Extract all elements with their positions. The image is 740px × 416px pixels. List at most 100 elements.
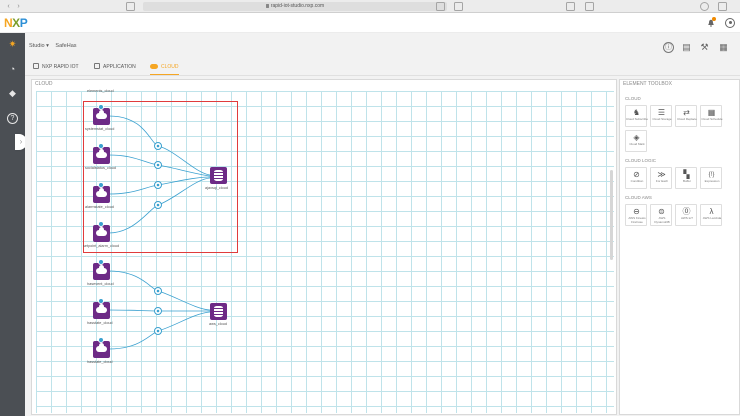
database-icon [214, 306, 223, 317]
tab-divider [25, 75, 740, 76]
storage-output-block[interactable] [210, 303, 227, 320]
tab-nxp-rapid-iot[interactable]: NXP RAPID IOT [33, 61, 79, 75]
toolbox-item-buffer[interactable]: ▚ Buffer [675, 167, 697, 189]
reload-icon[interactable] [436, 2, 445, 11]
toolbox-item-label: Condition [630, 179, 644, 183]
cloud-input-block[interactable] [93, 259, 110, 280]
toolbox-section-cloud-logic: CLOUD LOGIC [625, 158, 657, 163]
canvas-title: CLOUD [35, 81, 53, 87]
replace-icon: ⇄ [683, 108, 690, 117]
toolbox-item-label: Cloud Subscribe [626, 117, 649, 121]
element-toolbox: ELEMENT TOOLBOX CLOUD ♞ Cloud Subscribe ☰… [619, 79, 740, 415]
block-label: hasstate_cloud [87, 360, 113, 364]
block-label: alarmstate_cloud [85, 205, 114, 209]
storage-output-block[interactable] [210, 167, 227, 184]
left-sidebar: ✷ ◔ ◆ ? [0, 33, 25, 416]
cloud-input-block[interactable] [93, 298, 110, 319]
logo-letter-p: P [19, 16, 28, 30]
notification-dot [712, 17, 716, 21]
cloud-icon [96, 227, 107, 236]
toolbox-item-cloud-subscribe[interactable]: ♞ Cloud Subscribe [625, 105, 649, 127]
toolbox-section-cloud: CLOUD [625, 96, 641, 101]
tab-label: APPLICATION [103, 64, 136, 70]
cloud-icon [96, 265, 107, 274]
save-icon[interactable]: ▤ [681, 42, 692, 53]
info-glyph: ⓘ [665, 44, 672, 51]
canvas-scrollbar[interactable] [610, 170, 613, 260]
toolbox-item-aws-lambda[interactable]: λ AWS Lambda [700, 204, 722, 226]
logo-letter-n: N [4, 16, 13, 30]
database-icon: ☰ [657, 108, 666, 117]
block-label: hasstate_cloud [87, 321, 113, 325]
nxp-logo[interactable]: NXP [4, 16, 28, 30]
block-label: hasevent_cloud [87, 282, 114, 286]
info-icon[interactable]: ⓘ [663, 42, 674, 53]
tag-icon: ◈ [633, 133, 640, 142]
help-icon[interactable]: ? [7, 113, 18, 124]
logo-letter-x: X [12, 16, 20, 30]
user-avatar-icon[interactable] [725, 18, 735, 28]
tab-cloud[interactable]: CLOUD [150, 61, 179, 75]
toolbox-item-label: Expression [704, 179, 720, 183]
block-label: elements_cloud [87, 89, 114, 93]
new-tab-icon[interactable] [718, 2, 727, 11]
toolbox-item-label: AWS Kinesis Firehose [628, 216, 646, 224]
cloud-icon [96, 343, 107, 352]
condition-icon: ⊘ [633, 170, 640, 179]
chip-icon [33, 63, 39, 69]
toolbox-item-label: For Each [655, 179, 669, 183]
cloud-input-block[interactable] [93, 182, 110, 203]
toolbox-item-cloud-storage[interactable]: ☰ Cloud Storage [650, 105, 672, 127]
toolbox-item-aws-iot[interactable]: ⓪ AWS IoT [675, 204, 697, 226]
toolbox-item-label: Cloud Replace [677, 117, 697, 121]
breadcrumb-studio[interactable]: Studio ▾ [29, 43, 49, 49]
block-label: systemstat_cloud [85, 127, 115, 131]
foreach-icon: ≫ [657, 170, 666, 179]
block-label: socialstatus_cloud [85, 166, 117, 170]
reader-icon[interactable] [454, 2, 463, 11]
lambda-icon: λ [709, 207, 714, 216]
device-icon[interactable]: ▦ [718, 42, 729, 53]
toolbox-item-condition[interactable]: ⊘ Condition [625, 167, 647, 189]
forward-button[interactable]: › [14, 2, 23, 11]
toolbox-item-cloud-mark[interactable]: ◈ Cloud Mark [625, 130, 647, 152]
toolbox-item-label: Buffer [683, 179, 691, 183]
box-icon[interactable]: ◆ [7, 88, 18, 99]
toolbox-item-for-each[interactable]: ≫ For Each [650, 167, 672, 189]
toolbox-item-aws-dynamodb[interactable]: ⊜ AWS DynamoDB [650, 204, 672, 226]
toolbox-section-cloud-aws: CLOUD AWS [625, 195, 652, 200]
aws-iot-icon: ⓪ [682, 207, 691, 216]
bell-icon: ♞ [632, 108, 641, 117]
application-icon [94, 63, 100, 69]
main-area: Studio ▾ SafeHas ⓘ ▤ ⚒ ▦ NXP RAPID IOT A… [25, 33, 740, 416]
cloud-icon [96, 304, 107, 313]
dashboard-icon[interactable]: ◔ [7, 64, 18, 75]
toolbox-item-aws-kinesis[interactable]: ⊖ AWS Kinesis Firehose [625, 204, 647, 226]
expression-icon: {!} [708, 172, 715, 178]
toolbox-item-cloud-replace[interactable]: ⇄ Cloud Replace [675, 105, 697, 127]
cloud-input-block[interactable] [93, 104, 110, 125]
back-button[interactable]: ‹ [4, 2, 13, 11]
mail-icon[interactable] [566, 2, 575, 11]
build-icon[interactable]: ⚒ [699, 42, 710, 53]
block-label: setpoint_alarm_cloud [83, 244, 120, 248]
cloud-input-block[interactable] [93, 221, 110, 242]
url-text: rapid-iot-studio.nxp.com [270, 3, 325, 9]
toolbox-item-label: Cloud Schedule [701, 117, 723, 121]
nodes-icon[interactable]: ✷ [7, 39, 18, 50]
cloud-input-block[interactable] [93, 143, 110, 164]
tab-application[interactable]: APPLICATION [94, 61, 136, 75]
cloud-icon [96, 188, 107, 197]
cloud-icon [150, 64, 158, 69]
share-icon[interactable] [126, 2, 135, 11]
toolbox-item-label: AWS IoT [681, 216, 693, 220]
breadcrumb: Studio ▾ SafeHas [29, 43, 82, 49]
tab-label: NXP RAPID IOT [42, 64, 79, 70]
downloads-icon[interactable] [700, 2, 709, 11]
toolbox-item-label: Cloud Storage [652, 117, 672, 121]
cloud-input-block[interactable] [93, 337, 110, 358]
toolbox-item-expression[interactable]: {!} Expression [700, 167, 722, 189]
print-icon[interactable] [585, 2, 594, 11]
toolbox-item-cloud-schedule[interactable]: ▦ Cloud Schedule [700, 105, 723, 127]
address-bar[interactable]: rapid-iot-studio.nxp.com [143, 2, 447, 11]
